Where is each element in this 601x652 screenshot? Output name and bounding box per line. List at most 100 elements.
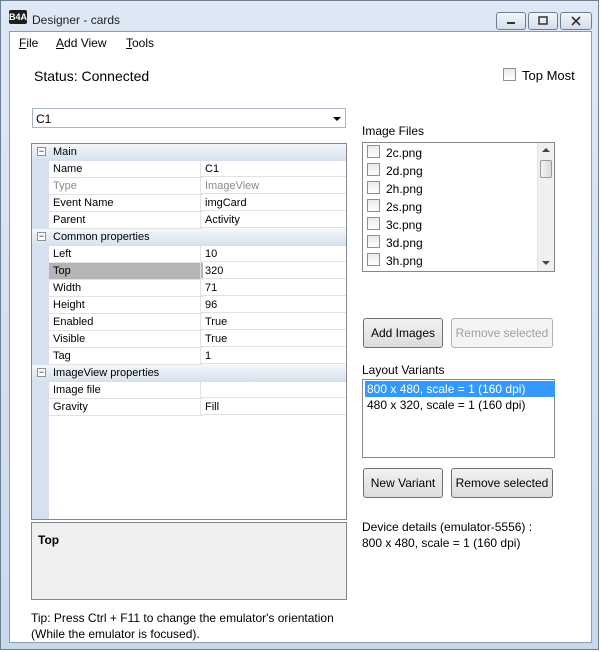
- maximize-button[interactable]: [528, 12, 558, 30]
- view-selector-value: C1: [36, 112, 52, 126]
- property-row[interactable]: Visible True: [32, 331, 346, 348]
- new-variant-button[interactable]: New Variant: [363, 468, 443, 498]
- checkbox-box[interactable]: [367, 235, 380, 248]
- checkbox-box[interactable]: [367, 217, 380, 230]
- maximize-icon: [538, 16, 548, 25]
- property-row[interactable]: Parent Activity: [32, 212, 346, 229]
- image-file-item[interactable]: 2s.png: [367, 198, 422, 216]
- layout-variant-item[interactable]: 480 x 320, scale = 1 (160 dpi): [365, 397, 555, 413]
- property-name: Gravity: [49, 399, 203, 416]
- property-row[interactable]: Gravity Fill: [32, 399, 346, 416]
- image-file-name: 3c.png: [386, 218, 423, 232]
- category-label: Common properties: [53, 231, 150, 243]
- property-category[interactable]: − ImageView properties: [32, 365, 346, 382]
- scroll-up-icon[interactable]: [542, 148, 550, 152]
- window-title: Designer - cards: [32, 13, 121, 27]
- image-file-name: 2c.png: [386, 146, 423, 160]
- property-row[interactable]: Top 320: [32, 263, 346, 280]
- image-file-item[interactable]: 3c.png: [367, 216, 422, 234]
- minimize-button[interactable]: [496, 12, 526, 30]
- property-value[interactable]: Fill: [200, 399, 346, 415]
- dropdown-arrow-icon[interactable]: [333, 117, 341, 121]
- property-row[interactable]: Tag 1: [32, 348, 346, 365]
- property-value[interactable]: 71: [200, 280, 346, 296]
- checkbox-box[interactable]: [503, 68, 516, 81]
- checkbox-box[interactable]: [367, 145, 380, 158]
- layout-variants-list[interactable]: 800 x 480, scale = 1 (160 dpi) 480 x 320,…: [362, 379, 555, 458]
- property-row[interactable]: Type ImageView: [32, 178, 346, 195]
- property-row[interactable]: Event Name imgCard: [32, 195, 346, 212]
- property-name: Width: [49, 280, 203, 297]
- remove-selected-variant-button[interactable]: Remove selected: [451, 468, 553, 498]
- checkbox-box[interactable]: [367, 181, 380, 194]
- property-value[interactable]: 1: [200, 348, 346, 364]
- property-row[interactable]: Image file: [32, 382, 346, 399]
- property-name: Visible: [49, 331, 203, 348]
- add-images-button[interactable]: Add Images: [363, 318, 443, 348]
- view-selector-dropdown[interactable]: C1: [32, 108, 346, 128]
- menu-file[interactable]: File: [19, 36, 38, 50]
- property-value[interactable]: 10: [200, 246, 346, 262]
- property-value[interactable]: Activity: [200, 212, 346, 228]
- menu-add-view[interactable]: Add View: [56, 36, 107, 50]
- layout-variant-item[interactable]: 800 x 480, scale = 1 (160 dpi): [365, 381, 555, 397]
- top-most-label: Top Most: [522, 68, 575, 83]
- property-value[interactable]: C1: [200, 161, 346, 177]
- layout-variants-label: Layout Variants: [362, 363, 445, 377]
- image-file-item[interactable]: 3d.png: [367, 234, 423, 252]
- collapse-icon[interactable]: −: [37, 232, 46, 241]
- tip-line-1: Tip: Press Ctrl + F11 to change the emul…: [31, 611, 334, 625]
- image-file-item[interactable]: 2h.png: [367, 180, 423, 198]
- property-row[interactable]: Name C1: [32, 161, 346, 178]
- menu-bar: File Add View Tools: [10, 32, 591, 54]
- close-button[interactable]: [560, 12, 592, 30]
- property-value[interactable]: True: [200, 331, 346, 347]
- image-file-name: 2h.png: [386, 182, 423, 196]
- property-value[interactable]: [200, 382, 346, 398]
- property-category[interactable]: − Main: [32, 144, 346, 161]
- property-row[interactable]: Width 71: [32, 280, 346, 297]
- property-value[interactable]: True: [200, 314, 346, 330]
- property-value[interactable]: 320: [200, 263, 346, 279]
- property-grid: − Main Name C1 Type ImageView Event Name imgCar…: [31, 143, 347, 520]
- close-icon: [571, 16, 581, 26]
- property-category[interactable]: − Common properties: [32, 229, 346, 246]
- minimize-icon: [507, 22, 515, 24]
- property-value[interactable]: ImageView: [200, 178, 346, 194]
- property-row[interactable]: Height 96: [32, 297, 346, 314]
- property-name: Tag: [49, 348, 203, 365]
- property-row[interactable]: Left 10: [32, 246, 346, 263]
- image-files-label: Image Files: [362, 124, 425, 138]
- top-most-checkbox[interactable]: Top Most: [503, 68, 575, 83]
- property-name: Event Name: [49, 195, 203, 212]
- tip-text: Tip: Press Ctrl + F11 to change the emul…: [31, 610, 334, 642]
- property-help-box: Top: [31, 522, 347, 600]
- image-file-item[interactable]: 3h.png: [367, 252, 423, 270]
- menu-tools[interactable]: Tools: [126, 36, 154, 50]
- property-name: Image file: [49, 382, 203, 399]
- image-files-list[interactable]: 2c.png 2d.png 2h.png 2s.png 3c.png 3d.png 3h.p…: [362, 142, 555, 272]
- checkbox-box[interactable]: [367, 199, 380, 212]
- device-details: Device details (emulator-5556) : 800 x 4…: [362, 519, 532, 551]
- property-row[interactable]: Enabled True: [32, 314, 346, 331]
- scroll-down-icon[interactable]: [542, 261, 550, 265]
- category-label: ImageView properties: [53, 367, 160, 379]
- image-file-name: 3h.png: [386, 254, 423, 268]
- image-file-item[interactable]: 2d.png: [367, 162, 423, 180]
- property-name: Height: [49, 297, 203, 314]
- image-file-name: 3d.png: [386, 236, 423, 250]
- client-area: File Add View Tools Status: Connected To…: [9, 31, 592, 643]
- tip-line-2: (While the emulator is focused).: [31, 627, 200, 641]
- remove-selected-images-button[interactable]: Remove selected: [451, 318, 553, 348]
- checkbox-box[interactable]: [367, 163, 380, 176]
- scroll-thumb[interactable]: [540, 160, 552, 178]
- collapse-icon[interactable]: −: [37, 368, 46, 377]
- property-value[interactable]: imgCard: [200, 195, 346, 211]
- checkbox-box[interactable]: [367, 253, 380, 266]
- image-file-item[interactable]: 2c.png: [367, 144, 422, 162]
- property-value[interactable]: 96: [200, 297, 346, 313]
- title-bar[interactable]: B4A Designer - cards: [1, 1, 600, 31]
- image-files-scrollbar[interactable]: [537, 143, 554, 271]
- collapse-icon[interactable]: −: [37, 147, 46, 156]
- connection-status: Status: Connected: [34, 68, 150, 84]
